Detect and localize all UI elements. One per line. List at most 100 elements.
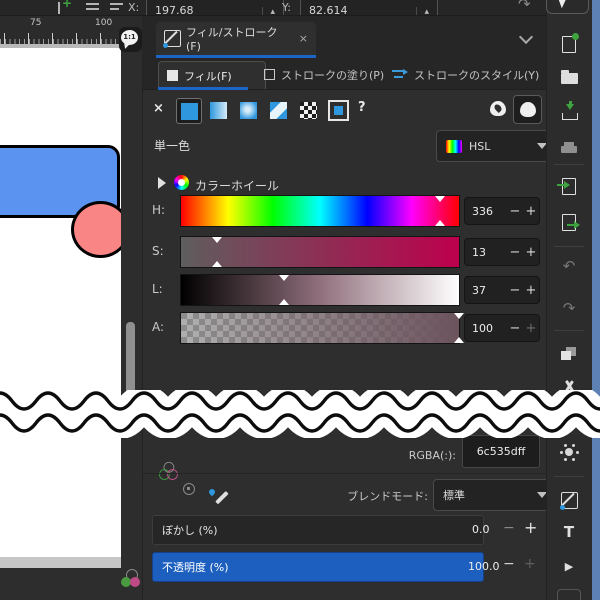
linear-gradient-icon <box>210 102 227 119</box>
cursor-arrow-icon <box>559 0 571 8</box>
x-coordinate-label: X: <box>128 1 139 14</box>
open-text-dialog-button[interactable]: T <box>551 518 587 546</box>
pattern-button[interactable] <box>296 98 320 122</box>
toolbar-overflow-button[interactable]: ▶ <box>551 552 587 580</box>
ruler-label: 75 <box>30 18 41 28</box>
alpha-spinbox[interactable]: 100 − + <box>464 314 540 342</box>
rgba-input[interactable]: 6c535dff <box>462 435 540 468</box>
blur-slider[interactable]: ぼかし (%) <box>152 515 484 545</box>
badge-tail <box>122 42 130 50</box>
nonzero-blob-icon <box>520 102 536 117</box>
unknown-paint-button[interactable]: ? <box>358 100 366 115</box>
tab-stroke-paint[interactable]: ストロークの塗り(P) <box>256 61 392 88</box>
cms-circle-icon <box>167 469 178 480</box>
tab-stroke-style[interactable]: ストロークのスタイル(Y) <box>384 61 547 88</box>
minus-button[interactable]: − <box>507 245 523 260</box>
minus-button[interactable]: − <box>507 321 523 336</box>
import-button[interactable] <box>551 172 587 200</box>
colorspace-dropdown[interactable]: HSL <box>436 130 557 162</box>
printer-icon <box>561 142 577 154</box>
minus-button[interactable]: − <box>507 283 523 298</box>
add-node-icon[interactable]: + <box>62 0 72 10</box>
close-icon[interactable]: × <box>299 32 308 45</box>
tab-fill[interactable]: フィル(F) <box>158 61 266 89</box>
tab-label: ストロークのスタイル(Y) <box>414 67 539 83</box>
fill-rule-nonzero-button[interactable] <box>513 95 542 124</box>
separator <box>142 473 546 474</box>
plus-button[interactable]: + <box>524 556 536 572</box>
save-document-button[interactable] <box>551 98 587 126</box>
saturation-spinbox[interactable]: 13 − + <box>464 238 540 266</box>
lightness-slider[interactable] <box>180 274 460 306</box>
spinner-arrows-icon[interactable]: ▴ <box>416 7 429 16</box>
y-coordinate-input[interactable]: 82.614▴ <box>300 0 438 16</box>
open-document-button[interactable] <box>551 64 587 92</box>
opacity-value[interactable]: 100.0 <box>468 560 500 573</box>
redo-button[interactable]: ↷ <box>551 294 587 322</box>
enable-snapping-button[interactable] <box>546 0 589 14</box>
save-icon <box>561 104 577 120</box>
saturation-slider[interactable] <box>180 236 460 268</box>
hue-spinbox[interactable]: 336 − + <box>464 197 540 225</box>
hue-slider[interactable] <box>180 195 460 227</box>
flat-color-label: 単一色 <box>154 137 190 154</box>
print-button[interactable] <box>551 134 587 162</box>
x-coordinate-input[interactable]: 197.68▴ <box>146 0 284 16</box>
radial-gradient-button[interactable] <box>236 98 260 122</box>
cms-colors-icon[interactable] <box>159 462 177 478</box>
expander-arrow-icon[interactable] <box>158 177 166 189</box>
alpha-slider[interactable] <box>180 312 460 344</box>
undo-button[interactable]: ↶ <box>551 252 587 280</box>
open-fill-stroke-button[interactable] <box>551 486 587 514</box>
hue-label: H: <box>152 203 176 217</box>
blur-value[interactable]: 0.0 <box>472 523 490 536</box>
tab-label: フィル(F) <box>184 68 232 84</box>
horizontal-scrollbar[interactable] <box>0 557 121 568</box>
toolbar-partial-button[interactable] <box>557 589 581 600</box>
blend-mode-dropdown[interactable]: 標準 <box>433 479 557 511</box>
cut-button[interactable] <box>551 374 587 402</box>
plus-button[interactable]: + <box>523 321 539 336</box>
lightness-label: L: <box>152 282 176 296</box>
spinner-arrows-icon[interactable]: ▴ <box>262 7 275 16</box>
blend-mode-label: ブレンドモード: <box>240 488 428 504</box>
pink-ellipse-shape[interactable] <box>71 201 121 258</box>
lightness-spinbox[interactable]: 37 − + <box>464 276 540 304</box>
color-managed-display-toggle[interactable] <box>121 569 141 587</box>
linear-gradient-button[interactable] <box>206 98 230 122</box>
no-paint-button[interactable]: × <box>153 101 164 116</box>
window-edge-strip <box>592 0 600 600</box>
minus-button[interactable]: − <box>507 204 523 219</box>
align-icon[interactable] <box>86 0 99 13</box>
canvas[interactable] <box>0 48 121 557</box>
import-icon <box>562 178 576 195</box>
plus-button[interactable]: + <box>523 283 539 298</box>
plus-button[interactable]: + <box>524 518 537 537</box>
new-document-button[interactable] <box>551 30 587 58</box>
dialog-tab-fill-stroke[interactable]: フィル/ストローク(F) × <box>156 22 316 55</box>
swatch-button[interactable] <box>326 98 350 122</box>
colorspace-value: HSL <box>469 140 490 153</box>
minus-button[interactable]: − <box>503 556 515 572</box>
blue-drop-icon <box>208 488 216 496</box>
mesh-gradient-button[interactable] <box>266 98 290 122</box>
vertical-scrollbar-thumb[interactable] <box>126 322 135 414</box>
blend-mode-value: 標準 <box>443 487 465 503</box>
distribute-icon[interactable] <box>110 0 123 13</box>
opacity-slider[interactable]: 不透明度 (%) <box>152 552 484 582</box>
alpha-label: A: <box>152 320 176 334</box>
slider-marker <box>435 220 445 226</box>
fill-rule-evenodd-button[interactable] <box>484 95 511 122</box>
flat-color-button[interactable] <box>176 98 202 124</box>
out-of-gamut-icon[interactable] <box>183 483 195 495</box>
preferences-button[interactable] <box>551 438 587 466</box>
plus-button[interactable]: + <box>523 204 539 219</box>
export-button[interactable] <box>551 208 587 236</box>
color-picker-icon[interactable] <box>208 489 227 508</box>
duplicate-button[interactable] <box>551 340 587 368</box>
minus-button[interactable]: − <box>503 520 515 536</box>
color-wheel-label[interactable]: カラーホイール <box>195 177 279 194</box>
redo-sliver-icon[interactable]: ↷ <box>518 0 531 13</box>
toolbar-icon-sliver[interactable] <box>58 2 60 14</box>
plus-button[interactable]: + <box>523 245 539 260</box>
